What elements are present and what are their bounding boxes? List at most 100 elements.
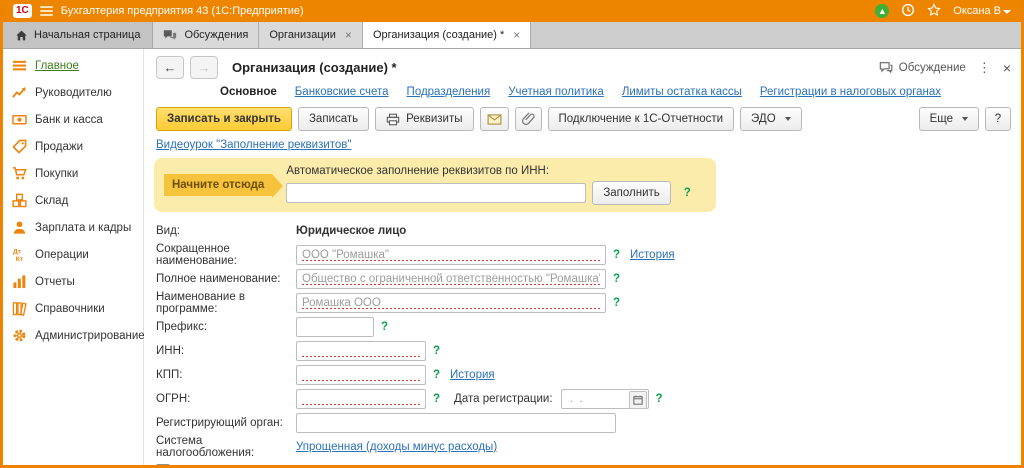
- main-menu-icon[interactable]: [40, 4, 53, 18]
- tab-discussions[interactable]: Обсуждения: [153, 22, 259, 48]
- close-tab-icon[interactable]: ×: [345, 28, 352, 42]
- form-header: ← → Организация (создание) * Обсуждение …: [144, 49, 1021, 82]
- tab-organization-create[interactable]: Организация (создание) * ×: [363, 22, 531, 48]
- help-mark[interactable]: ?: [613, 249, 620, 261]
- more-label: Еще: [930, 113, 953, 125]
- sidebar-item-salary-hr[interactable]: Зарплата и кадры: [3, 214, 143, 241]
- row-full-name: Полное наименование: ?: [156, 268, 1021, 289]
- row-prefix: Префикс: ?: [156, 316, 1021, 337]
- reg-date-label: Дата регистрации:: [454, 393, 553, 405]
- menu-icon: [12, 58, 27, 73]
- open-windows-bar: Начальная страница Обсуждения Организаци…: [3, 22, 1021, 49]
- tab-organization-create-label: Организация (создание) *: [373, 29, 504, 41]
- user-menu[interactable]: Оксана В: [953, 5, 1011, 17]
- fill-button[interactable]: Заполнить: [592, 181, 670, 205]
- prefix-label: Префикс:: [156, 321, 296, 333]
- tab-cash-limits[interactable]: Лимиты остатка кассы: [622, 86, 742, 98]
- reg-organ-input[interactable]: [296, 413, 616, 433]
- help-mark[interactable]: ?: [433, 369, 440, 381]
- cart-icon: [12, 166, 27, 181]
- kpp-history-link[interactable]: История: [450, 369, 495, 381]
- save-and-close-button[interactable]: Записать и закрыть: [156, 107, 292, 131]
- start-here-ribbon: Начните отсюда: [164, 174, 272, 196]
- row-ogrn: ОГРН: ? Дата регистрации: ?: [156, 388, 1021, 409]
- row-kpp: КПП: ? История: [156, 364, 1021, 385]
- service-status-icon[interactable]: ▲: [875, 4, 889, 18]
- help-mark[interactable]: ?: [433, 345, 440, 357]
- foreign-org-checkbox[interactable]: [156, 464, 170, 466]
- short-name-history-link[interactable]: История: [630, 249, 675, 261]
- bar-chart-icon: [12, 274, 27, 289]
- help-button[interactable]: ?: [985, 107, 1011, 131]
- inn-autofill-input[interactable]: [286, 183, 586, 203]
- short-name-label: Сокращенное наименование:: [156, 243, 296, 267]
- sidebar-item-warehouse[interactable]: Склад: [3, 187, 143, 214]
- back-button[interactable]: ←: [156, 56, 184, 79]
- gear-icon: [12, 328, 27, 343]
- short-name-input[interactable]: [296, 245, 606, 265]
- form-nav-tabs: Основное Банковские счета Подразделения …: [144, 82, 1021, 104]
- save-button[interactable]: Записать: [298, 107, 369, 131]
- discussion-link[interactable]: Обсуждение: [879, 61, 966, 74]
- kpp-input[interactable]: [296, 365, 426, 385]
- history-icon[interactable]: [901, 3, 915, 20]
- sidebar-item-main[interactable]: Главное: [3, 52, 143, 79]
- sidebar-item-manager[interactable]: Руководителю: [3, 79, 143, 106]
- row-tax-system: Система налогообложения: Упрощенная (дох…: [156, 436, 1021, 457]
- close-tab-icon[interactable]: ×: [513, 28, 520, 42]
- tab-tax-registrations[interactable]: Регистрации в налоговых органах: [760, 86, 941, 98]
- form-area: ← → Организация (создание) * Обсуждение …: [144, 49, 1021, 465]
- help-mark[interactable]: ?: [656, 393, 663, 405]
- row-short-name: Сокращенное наименование: ? История: [156, 244, 1021, 265]
- foreign-org-label: Отделение иностранной организации: [177, 465, 378, 466]
- tax-system-link[interactable]: Упрощенная (доходы минус расходы): [296, 441, 497, 453]
- sidebar-item-reports[interactable]: Отчеты: [3, 268, 143, 295]
- person-icon: [12, 220, 27, 235]
- requisites-label: Реквизиты: [406, 113, 462, 125]
- tab-discussions-label: Обсуждения: [184, 29, 248, 41]
- video-link-row: Видеоурок "Заполнение реквизитов": [144, 136, 1021, 156]
- help-mark[interactable]: ?: [433, 393, 440, 405]
- inn-hint-panel: Начните отсюда Автоматическое заполнение…: [154, 158, 716, 212]
- help-mark[interactable]: ?: [613, 273, 620, 285]
- connect-1c-reporting-button[interactable]: Подключение к 1С-Отчетности: [548, 107, 735, 131]
- inn-input[interactable]: [296, 341, 426, 361]
- email-button[interactable]: [480, 107, 509, 131]
- favorites-star-icon[interactable]: [927, 3, 941, 20]
- sidebar-item-label: Зарплата и кадры: [35, 222, 131, 234]
- row-inn: ИНН: ?: [156, 340, 1021, 361]
- help-mark[interactable]: ?: [684, 187, 691, 199]
- tab-home[interactable]: Начальная страница: [3, 22, 153, 48]
- ogrn-input[interactable]: [296, 389, 426, 409]
- tab-main[interactable]: Основное: [220, 86, 277, 98]
- calendar-icon[interactable]: [629, 391, 647, 409]
- more-button[interactable]: Еще: [919, 107, 979, 131]
- full-name-input[interactable]: [296, 269, 606, 289]
- tab-organizations[interactable]: Организации ×: [259, 22, 363, 48]
- more-menu-icon[interactable]: ⋮: [978, 60, 991, 76]
- user-name: Оксана В: [953, 5, 1001, 17]
- page-title: Организация (создание) *: [232, 60, 397, 75]
- requisites-button[interactable]: Реквизиты: [375, 107, 473, 131]
- attach-button[interactable]: [515, 107, 542, 131]
- boxes-icon: [12, 193, 27, 208]
- sidebar-item-administration[interactable]: Администрирование: [3, 322, 143, 349]
- tab-bank-accounts[interactable]: Банковские счета: [295, 86, 389, 98]
- tab-accounting-policy[interactable]: Учетная политика: [508, 86, 604, 98]
- inn-label: ИНН:: [156, 345, 296, 357]
- help-mark[interactable]: ?: [381, 321, 388, 333]
- video-tutorial-link[interactable]: Видеоурок "Заполнение реквизитов": [156, 139, 352, 151]
- tab-divisions[interactable]: Подразделения: [407, 86, 491, 98]
- sidebar-item-operations[interactable]: ДтКт Операции: [3, 241, 143, 268]
- sidebar-item-directories[interactable]: Справочники: [3, 295, 143, 322]
- program-name-input[interactable]: [296, 293, 606, 313]
- help-mark[interactable]: ?: [613, 297, 620, 309]
- edo-button[interactable]: ЭДО: [740, 107, 802, 131]
- sidebar-item-sales[interactable]: Продажи: [3, 133, 143, 160]
- dt-kt-icon: ДтКт: [12, 247, 27, 262]
- sidebar-item-bank-cash[interactable]: Банк и касса: [3, 106, 143, 133]
- prefix-input[interactable]: [296, 317, 374, 337]
- close-form-icon[interactable]: ×: [1003, 60, 1011, 76]
- books-icon: [12, 301, 27, 316]
- sidebar-item-purchases[interactable]: Покупки: [3, 160, 143, 187]
